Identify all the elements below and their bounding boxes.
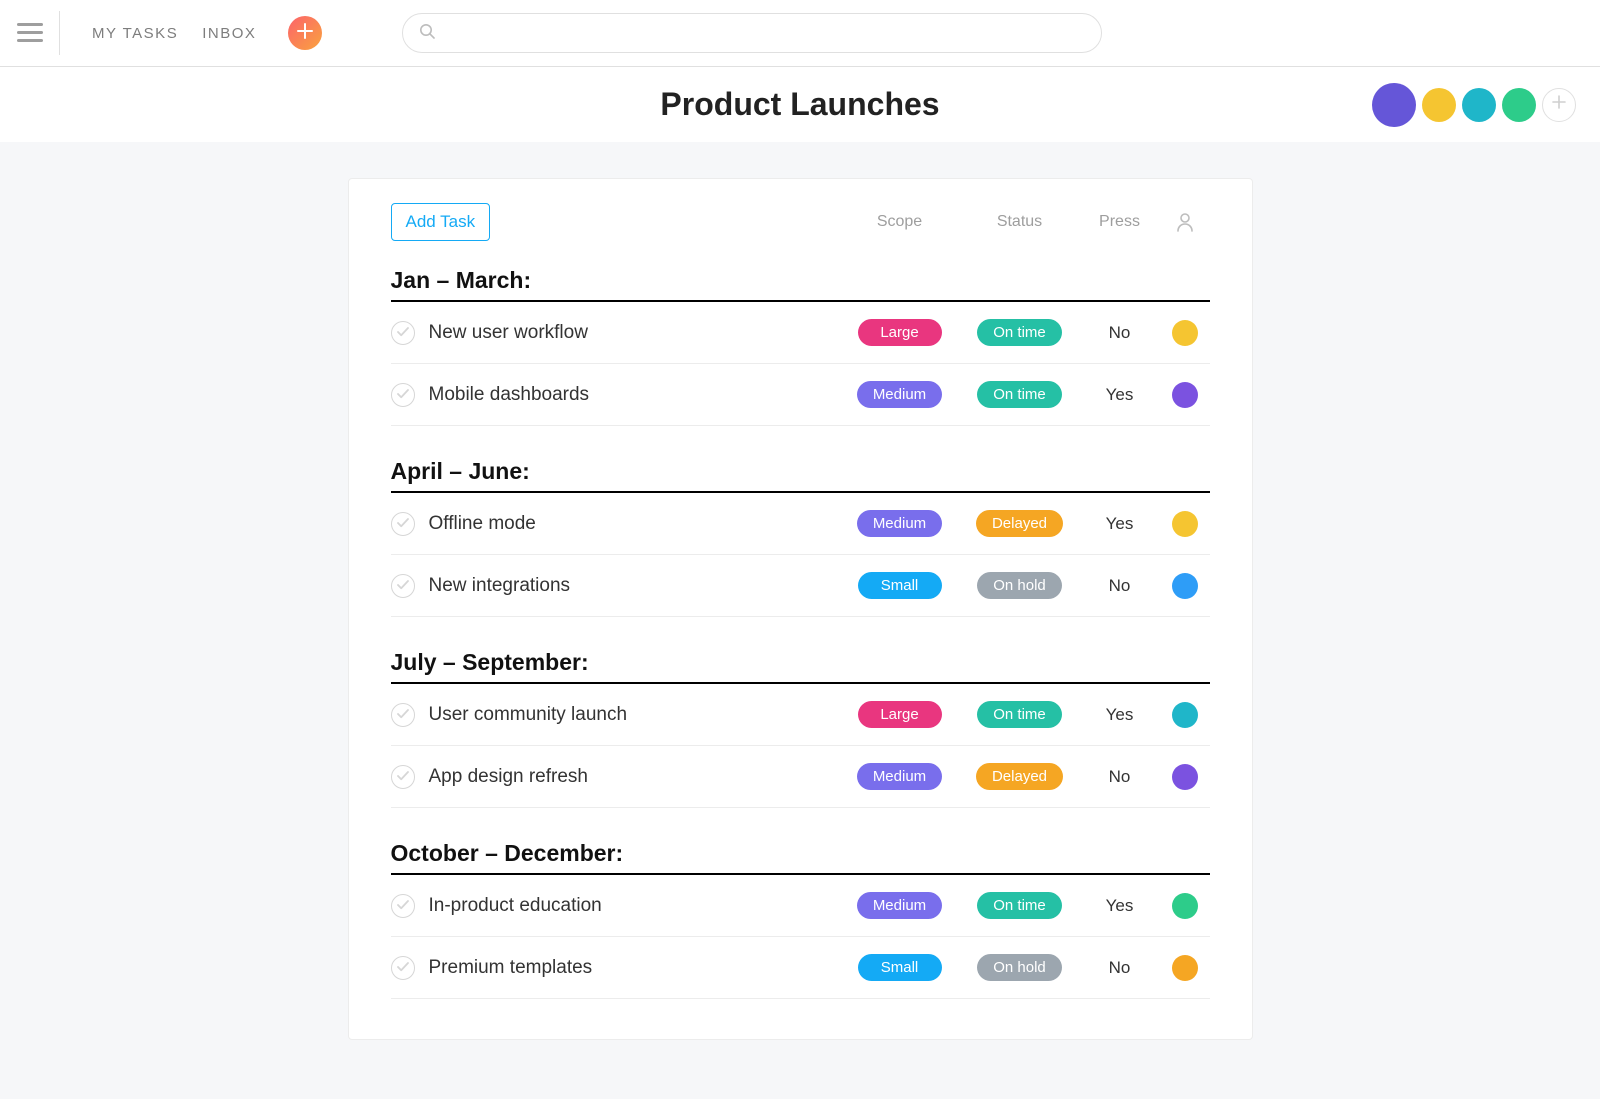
assignee-avatar[interactable] — [1172, 702, 1198, 728]
nav-my-tasks[interactable]: MY TASKS — [92, 25, 178, 42]
section-title[interactable]: July – September: — [391, 649, 1210, 676]
check-icon — [397, 959, 409, 977]
task-name[interactable]: New integrations — [429, 575, 840, 597]
complete-checkbox[interactable] — [391, 383, 415, 407]
task-name[interactable]: Mobile dashboards — [429, 384, 840, 406]
status-pill[interactable]: On time — [977, 892, 1062, 919]
search-wrap — [402, 13, 1102, 53]
col-press: Press — [1099, 213, 1140, 231]
member-avatar[interactable] — [1372, 83, 1416, 127]
assignee-avatar[interactable] — [1172, 511, 1198, 537]
scope-pill[interactable]: Medium — [857, 381, 942, 408]
project-canvas: Add Task Scope Status Press Jan – March:… — [0, 142, 1600, 1099]
complete-checkbox[interactable] — [391, 894, 415, 918]
assignee-avatar[interactable] — [1172, 955, 1198, 981]
check-icon — [397, 897, 409, 915]
section-title[interactable]: April – June: — [391, 458, 1210, 485]
complete-checkbox[interactable] — [391, 956, 415, 980]
assignee-avatar[interactable] — [1172, 573, 1198, 599]
section-title[interactable]: Jan – March: — [391, 267, 1210, 294]
task-row[interactable]: New integrations Small On hold No — [391, 555, 1210, 617]
task-name[interactable]: In-product education — [429, 895, 840, 917]
status-pill[interactable]: Delayed — [976, 510, 1063, 537]
task-name[interactable]: User community launch — [429, 704, 840, 726]
assignee-avatar[interactable] — [1172, 382, 1198, 408]
assignee-avatar[interactable] — [1172, 893, 1198, 919]
section-title[interactable]: October – December: — [391, 840, 1210, 867]
scope-pill[interactable]: Medium — [857, 892, 942, 919]
task-name[interactable]: App design refresh — [429, 766, 840, 788]
status-pill[interactable]: On hold — [977, 572, 1062, 599]
task-name[interactable]: New user workflow — [429, 322, 840, 344]
scope-pill[interactable]: Large — [858, 701, 942, 728]
scope-pill[interactable]: Medium — [857, 763, 942, 790]
scope-pill[interactable]: Small — [858, 572, 942, 599]
task-row[interactable]: In-product education Medium On time Yes — [391, 875, 1210, 937]
check-icon — [397, 324, 409, 342]
task-list-card: Add Task Scope Status Press Jan – March:… — [348, 178, 1253, 1040]
search-input[interactable] — [445, 14, 1085, 52]
hamburger-icon — [17, 23, 43, 43]
complete-checkbox[interactable] — [391, 512, 415, 536]
task-row[interactable]: User community launch Large On time Yes — [391, 684, 1210, 746]
add-member-button[interactable] — [1542, 88, 1576, 122]
search-field[interactable] — [402, 13, 1102, 53]
top-nav: MY TASKS INBOX — [0, 0, 1600, 67]
scope-pill[interactable]: Large — [858, 319, 942, 346]
scope-pill[interactable]: Medium — [857, 510, 942, 537]
check-icon — [397, 768, 409, 786]
status-pill[interactable]: On time — [977, 381, 1062, 408]
task-row[interactable]: Premium templates Small On hold No — [391, 937, 1210, 999]
scope-pill[interactable]: Small — [858, 954, 942, 981]
complete-checkbox[interactable] — [391, 765, 415, 789]
task-row[interactable]: Offline mode Medium Delayed Yes — [391, 493, 1210, 555]
project-members — [1372, 83, 1576, 127]
assignee-avatar[interactable] — [1172, 320, 1198, 346]
add-task-button[interactable]: Add Task — [391, 203, 491, 241]
nav-inbox[interactable]: INBOX — [202, 25, 256, 42]
status-pill[interactable]: On time — [977, 701, 1062, 728]
press-cell: Yes — [1080, 385, 1160, 405]
menu-button[interactable] — [16, 11, 60, 55]
search-icon — [419, 23, 435, 44]
task-name[interactable]: Offline mode — [429, 513, 840, 535]
project-header: Product Launches — [0, 67, 1600, 142]
member-avatar[interactable] — [1502, 88, 1536, 122]
press-cell: Yes — [1080, 896, 1160, 916]
status-pill[interactable]: On time — [977, 319, 1062, 346]
press-cell: No — [1080, 576, 1160, 596]
status-pill[interactable]: On hold — [977, 954, 1062, 981]
col-scope: Scope — [877, 213, 922, 231]
complete-checkbox[interactable] — [391, 574, 415, 598]
press-cell: No — [1080, 767, 1160, 787]
card-header: Add Task Scope Status Press — [391, 203, 1210, 241]
page-title: Product Launches — [660, 86, 939, 123]
plus-icon — [297, 23, 313, 44]
task-row[interactable]: Mobile dashboards Medium On time Yes — [391, 364, 1210, 426]
complete-checkbox[interactable] — [391, 321, 415, 345]
member-avatar[interactable] — [1422, 88, 1456, 122]
check-icon — [397, 386, 409, 404]
press-cell: Yes — [1080, 705, 1160, 725]
check-icon — [397, 577, 409, 595]
task-row[interactable]: New user workflow Large On time No — [391, 302, 1210, 364]
press-cell: Yes — [1080, 514, 1160, 534]
press-cell: No — [1080, 323, 1160, 343]
check-icon — [397, 706, 409, 724]
check-icon — [397, 515, 409, 533]
column-headers: Scope Status Press — [840, 212, 1210, 232]
global-add-button[interactable] — [288, 16, 322, 50]
assignee-avatar[interactable] — [1172, 764, 1198, 790]
plus-icon — [1552, 95, 1566, 114]
status-pill[interactable]: Delayed — [976, 763, 1063, 790]
task-row[interactable]: App design refresh Medium Delayed No — [391, 746, 1210, 808]
member-avatar[interactable] — [1462, 88, 1496, 122]
task-name[interactable]: Premium templates — [429, 957, 840, 979]
press-cell: No — [1080, 958, 1160, 978]
person-icon — [1176, 212, 1194, 232]
complete-checkbox[interactable] — [391, 703, 415, 727]
col-status: Status — [997, 213, 1042, 231]
